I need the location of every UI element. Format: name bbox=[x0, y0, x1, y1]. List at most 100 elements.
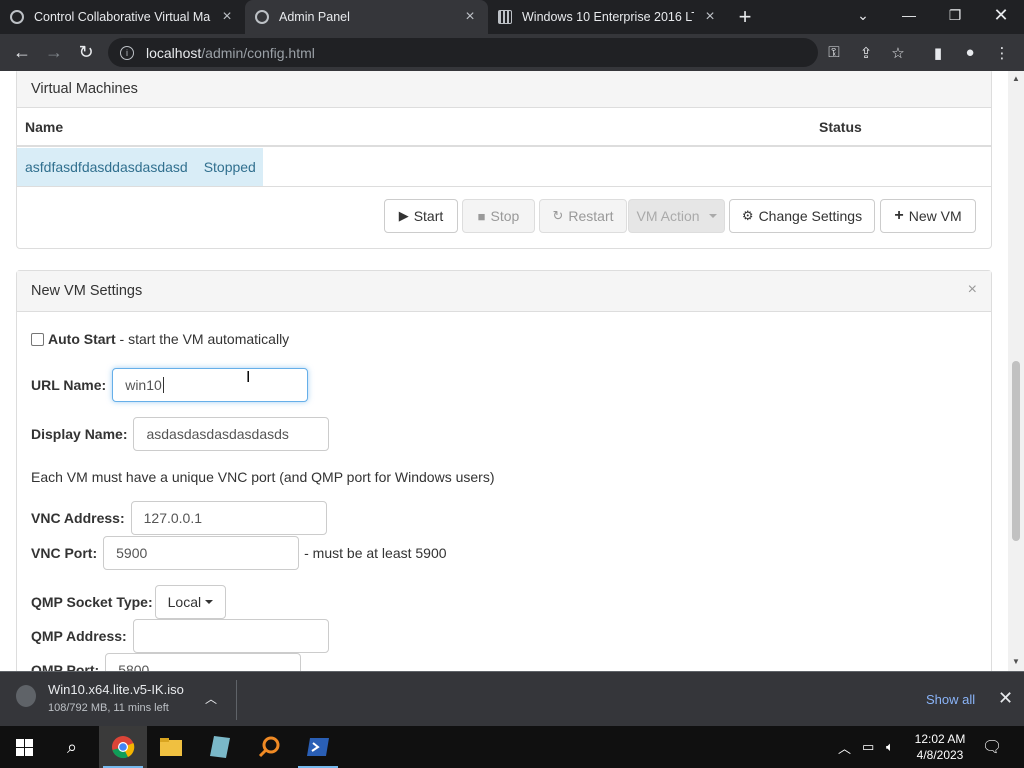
share-icon[interactable]: ⇪ bbox=[850, 34, 882, 71]
column-header-name: Name bbox=[17, 108, 811, 147]
vm-table: Name Status bbox=[17, 108, 991, 147]
vm-action-dropdown[interactable]: VM Action bbox=[628, 199, 725, 233]
globe-icon bbox=[255, 10, 269, 24]
url-host: localhost bbox=[146, 44, 202, 61]
bookmark-star-icon[interactable]: ☆ bbox=[882, 34, 914, 71]
show-all-link[interactable]: Show all bbox=[926, 692, 975, 707]
forward-icon[interactable]: → bbox=[38, 36, 70, 68]
restore-button[interactable]: ❐ bbox=[932, 0, 978, 30]
scroll-down-icon[interactable]: ▼ bbox=[1008, 657, 1024, 666]
qmp-socket-dropdown[interactable]: Local bbox=[154, 585, 227, 619]
tab-control-collaborative[interactable]: Control Collaborative Virtual Ma × bbox=[0, 0, 245, 34]
menu-icon[interactable]: ⋮ bbox=[986, 34, 1018, 71]
close-tab-icon[interactable]: × bbox=[219, 8, 235, 26]
network-icon[interactable]: ▭ bbox=[862, 726, 874, 768]
text-cursor-icon: I bbox=[246, 369, 251, 386]
auto-start-description: - start the VM automatically bbox=[115, 331, 290, 347]
qmp-port-input[interactable]: 5800 bbox=[105, 653, 302, 671]
vnc-port-hint: - must be at least 5900 bbox=[304, 545, 447, 561]
auto-start-checkbox[interactable] bbox=[31, 332, 44, 346]
windows-start-icon[interactable] bbox=[0, 726, 48, 768]
site-info-icon[interactable]: i bbox=[120, 45, 134, 60]
download-status: 108/792 MB, 11 mins left bbox=[48, 702, 169, 714]
plus-icon: + bbox=[894, 207, 904, 224]
minimize-button[interactable]: — bbox=[886, 0, 932, 30]
file-explorer-icon[interactable] bbox=[147, 726, 195, 768]
profile-icon[interactable]: ● bbox=[954, 34, 986, 71]
vnc-port-input[interactable]: 5900 bbox=[103, 536, 300, 570]
gear-icon: ⚙ bbox=[741, 208, 754, 223]
vnc-address-row: VNC Address: 127.0.0.1 bbox=[31, 501, 327, 535]
new-tab-button[interactable]: + bbox=[728, 0, 762, 34]
qmp-port-label: QMP Port: bbox=[31, 662, 100, 671]
vnc-note: Each VM must have a unique VNC port (and… bbox=[31, 469, 495, 485]
tab-windows-10[interactable]: Windows 10 Enterprise 2016 LTSE × bbox=[488, 0, 728, 34]
close-window-button[interactable]: ✕ bbox=[978, 0, 1024, 30]
vm-status: Stopped bbox=[203, 159, 256, 175]
volume-icon[interactable]: 🔈︎ bbox=[886, 726, 894, 768]
windows-taskbar: ⌕ ︿ ▭ 🔈︎ 12:02 AM 4/8/2023 🗨︎ bbox=[0, 726, 1024, 768]
column-header-status: Status bbox=[811, 108, 991, 147]
globe-icon bbox=[10, 10, 24, 24]
reload-icon[interactable]: ↻ bbox=[70, 36, 102, 68]
restart-icon: ↻ bbox=[552, 208, 564, 223]
vnc-port-row: VNC Port: 5900 - must be at least 5900 bbox=[31, 536, 447, 570]
play-icon: ▶ bbox=[398, 208, 409, 223]
new-vm-button[interactable]: + New VM bbox=[880, 199, 976, 233]
key-icon[interactable]: ⚿ bbox=[818, 34, 850, 71]
vnc-port-label: VNC Port: bbox=[31, 545, 98, 561]
chrome-icon[interactable] bbox=[99, 726, 147, 768]
display-name-label: Display Name: bbox=[31, 426, 128, 442]
stop-button[interactable]: ■ Stop bbox=[462, 199, 535, 233]
qmp-socket-label: QMP Socket Type: bbox=[31, 594, 153, 610]
qmp-address-row: QMP Address: bbox=[31, 619, 329, 653]
tab-admin-panel[interactable]: Admin Panel × bbox=[245, 0, 488, 34]
chevron-up-icon[interactable]: ︿ bbox=[205, 690, 217, 707]
page-scrollbar[interactable]: ▲ ▼ bbox=[1008, 71, 1024, 671]
side-panel-icon[interactable]: ▮ bbox=[922, 34, 954, 71]
url-name-label: URL Name: bbox=[31, 377, 107, 393]
clock[interactable]: 12:02 AM 4/8/2023 bbox=[905, 731, 975, 763]
display-name-input[interactable]: asdasdasdasdasdasds bbox=[133, 417, 330, 451]
magnifier-app-icon[interactable] bbox=[245, 726, 293, 768]
stop-icon: ■ bbox=[477, 208, 486, 224]
tab-title: Control Collaborative Virtual Ma bbox=[34, 10, 211, 24]
virtual-machines-panel: Virtual Machines Name Status asfdfasdfda… bbox=[16, 71, 992, 249]
auto-start-label: Auto Start bbox=[48, 331, 116, 347]
scrollbar-thumb[interactable] bbox=[1012, 361, 1020, 541]
url-name-input[interactable]: win10 bbox=[112, 368, 309, 402]
restart-button[interactable]: ↻ Restart bbox=[539, 199, 627, 233]
vnc-address-label: VNC Address: bbox=[31, 510, 125, 526]
close-icon[interactable]: × bbox=[968, 281, 977, 299]
display-name-row: Display Name: asdasdasdasdasdasds bbox=[31, 417, 330, 451]
auto-start-row: Auto Start - start the VM automatically bbox=[31, 331, 289, 347]
notification-icon[interactable]: 🗨︎ bbox=[982, 726, 1002, 768]
download-filename: Win10.x64.lite.v5-IK.iso bbox=[48, 682, 184, 697]
caret-down-icon bbox=[205, 600, 214, 604]
back-icon[interactable]: ← bbox=[6, 36, 38, 68]
start-button[interactable]: ▶ Start bbox=[384, 199, 458, 233]
download-item[interactable]: Win10.x64.lite.v5-IK.iso 108/792 MB, 11 … bbox=[16, 682, 184, 714]
app-icon[interactable] bbox=[196, 726, 244, 768]
download-bar: Win10.x64.lite.v5-IK.iso 108/792 MB, 11 … bbox=[0, 671, 1024, 726]
close-icon[interactable]: ✕ bbox=[998, 688, 1013, 709]
qmp-address-input[interactable] bbox=[132, 619, 329, 653]
tab-title: Admin Panel bbox=[279, 10, 350, 24]
page-content: Virtual Machines Name Status asfdfasdfda… bbox=[0, 71, 1008, 671]
powershell-icon[interactable] bbox=[294, 726, 342, 768]
tab-search-icon[interactable]: ⌄ bbox=[840, 0, 886, 30]
scroll-up-icon[interactable]: ▲ bbox=[1008, 74, 1024, 83]
close-tab-icon[interactable]: × bbox=[462, 8, 478, 26]
caret-down-icon bbox=[708, 214, 717, 218]
vnc-address-input[interactable]: 127.0.0.1 bbox=[130, 501, 327, 535]
search-icon[interactable]: ⌕ bbox=[48, 726, 96, 768]
page-icon bbox=[498, 10, 512, 24]
close-tab-icon[interactable]: × bbox=[702, 8, 718, 26]
qmp-address-label: QMP Address: bbox=[31, 628, 127, 644]
vm-name: asfdfasdfdasddasdasdasd bbox=[25, 159, 188, 175]
change-settings-button[interactable]: ⚙ Change Settings bbox=[729, 199, 875, 233]
table-row[interactable]: asfdfasdfdasddasdasdasd Stopped bbox=[17, 148, 263, 186]
address-bar[interactable]: i localhost/admin/config.html bbox=[108, 38, 818, 67]
show-hidden-icons[interactable]: ︿ bbox=[838, 726, 851, 768]
file-icon bbox=[16, 685, 36, 707]
